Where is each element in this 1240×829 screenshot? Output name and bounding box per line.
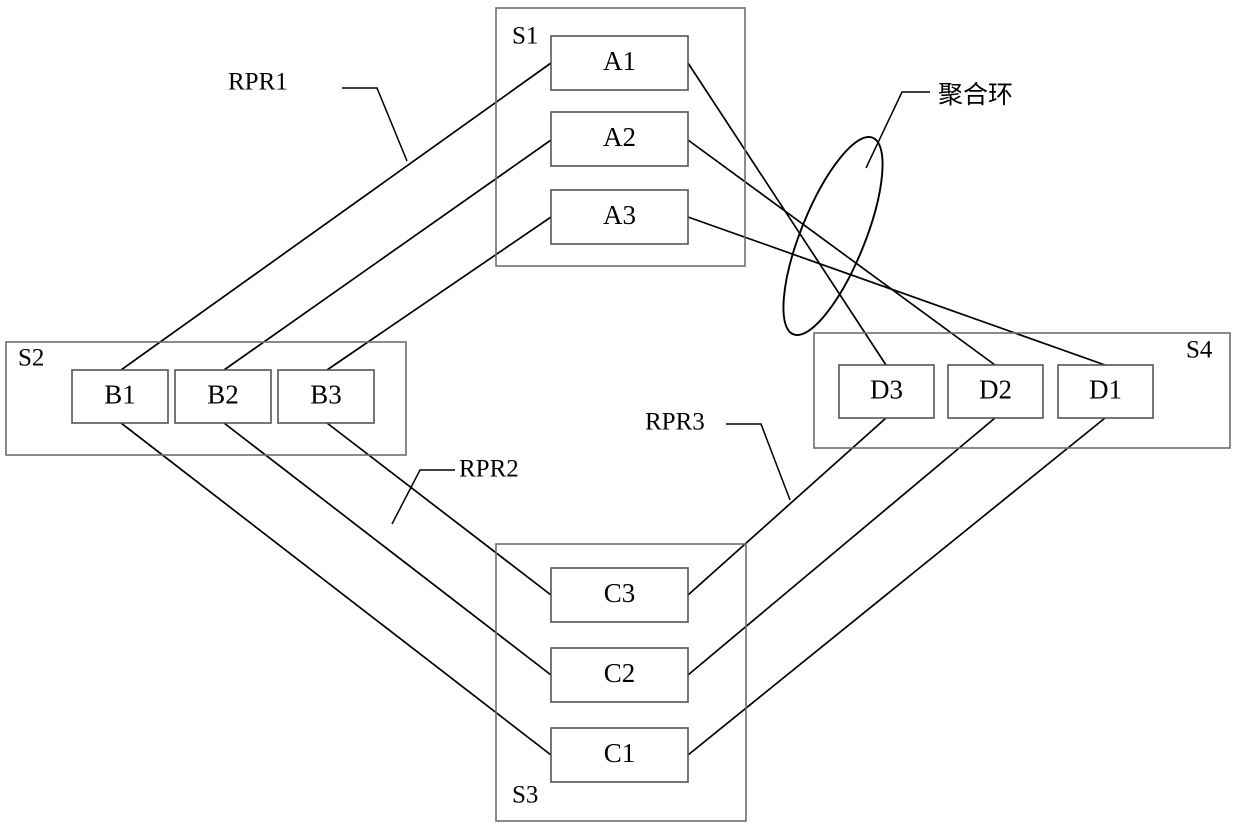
switch-s4-label: S4 — [1186, 337, 1213, 364]
node-d3-label: D3 — [870, 375, 903, 405]
node-a2-label: A2 — [603, 122, 636, 152]
annotation-rpr3: RPR3 — [645, 409, 791, 501]
switch-s1: S1 A1 A2 A3 — [495, 7, 746, 267]
link-c2-d2 — [687, 417, 996, 676]
link-a2-d2 — [687, 139, 996, 366]
node-c2-label: C2 — [604, 658, 636, 688]
aggregate-ring-label: 聚合环 — [938, 80, 1013, 109]
switch-s3-label: S3 — [512, 782, 538, 809]
diagram-canvas: S1 A1 A2 A3 S2 B1 B2 B3 S3 C3 C2 C1 S4 D… — [5, 7, 1231, 822]
link-b2-a2 — [223, 139, 552, 371]
annotation-rpr2: RPR2 — [391, 456, 519, 525]
annotation-rpr1: RPR1 — [228, 69, 408, 162]
node-b3-label: B3 — [310, 380, 342, 410]
rpr-aggregate-ring-diagram: S1 A1 A2 A3 S2 B1 B2 B3 S3 C3 C2 C1 S4 D… — [0, 0, 1240, 829]
link-b3-c3 — [326, 422, 552, 596]
rpr2-label: RPR2 — [459, 456, 519, 483]
node-c1-label: C1 — [604, 738, 636, 768]
rpr1-leader-line — [342, 87, 408, 162]
aggregate-ring-leader-line — [865, 91, 930, 169]
rpr1-label: RPR1 — [228, 69, 288, 96]
node-a3-label: A3 — [603, 200, 636, 230]
switch-s3: S3 C3 C2 C1 — [495, 543, 747, 822]
node-d2-label: D2 — [979, 375, 1012, 405]
link-a3-d1 — [687, 216, 1106, 366]
node-d1-label: D1 — [1089, 375, 1122, 405]
node-b2-label: B2 — [207, 380, 239, 410]
rpr3-label: RPR3 — [645, 409, 705, 436]
node-b1-label: B1 — [104, 380, 136, 410]
link-b1-a1 — [120, 62, 552, 371]
switch-s1-label: S1 — [512, 23, 538, 50]
link-a1-d3 — [687, 62, 887, 366]
switch-s2-label: S2 — [18, 345, 44, 372]
rpr3-leader-line — [726, 423, 791, 501]
aggregate-ring-ellipse — [782, 136, 884, 336]
link-b3-a3 — [326, 216, 552, 371]
annotation-aggregate-ring: 聚合环 — [865, 80, 1013, 169]
node-a1-label: A1 — [603, 46, 636, 76]
node-c3-label: C3 — [604, 578, 636, 608]
link-c1-d1 — [687, 417, 1106, 756]
link-c3-d3 — [687, 417, 887, 596]
